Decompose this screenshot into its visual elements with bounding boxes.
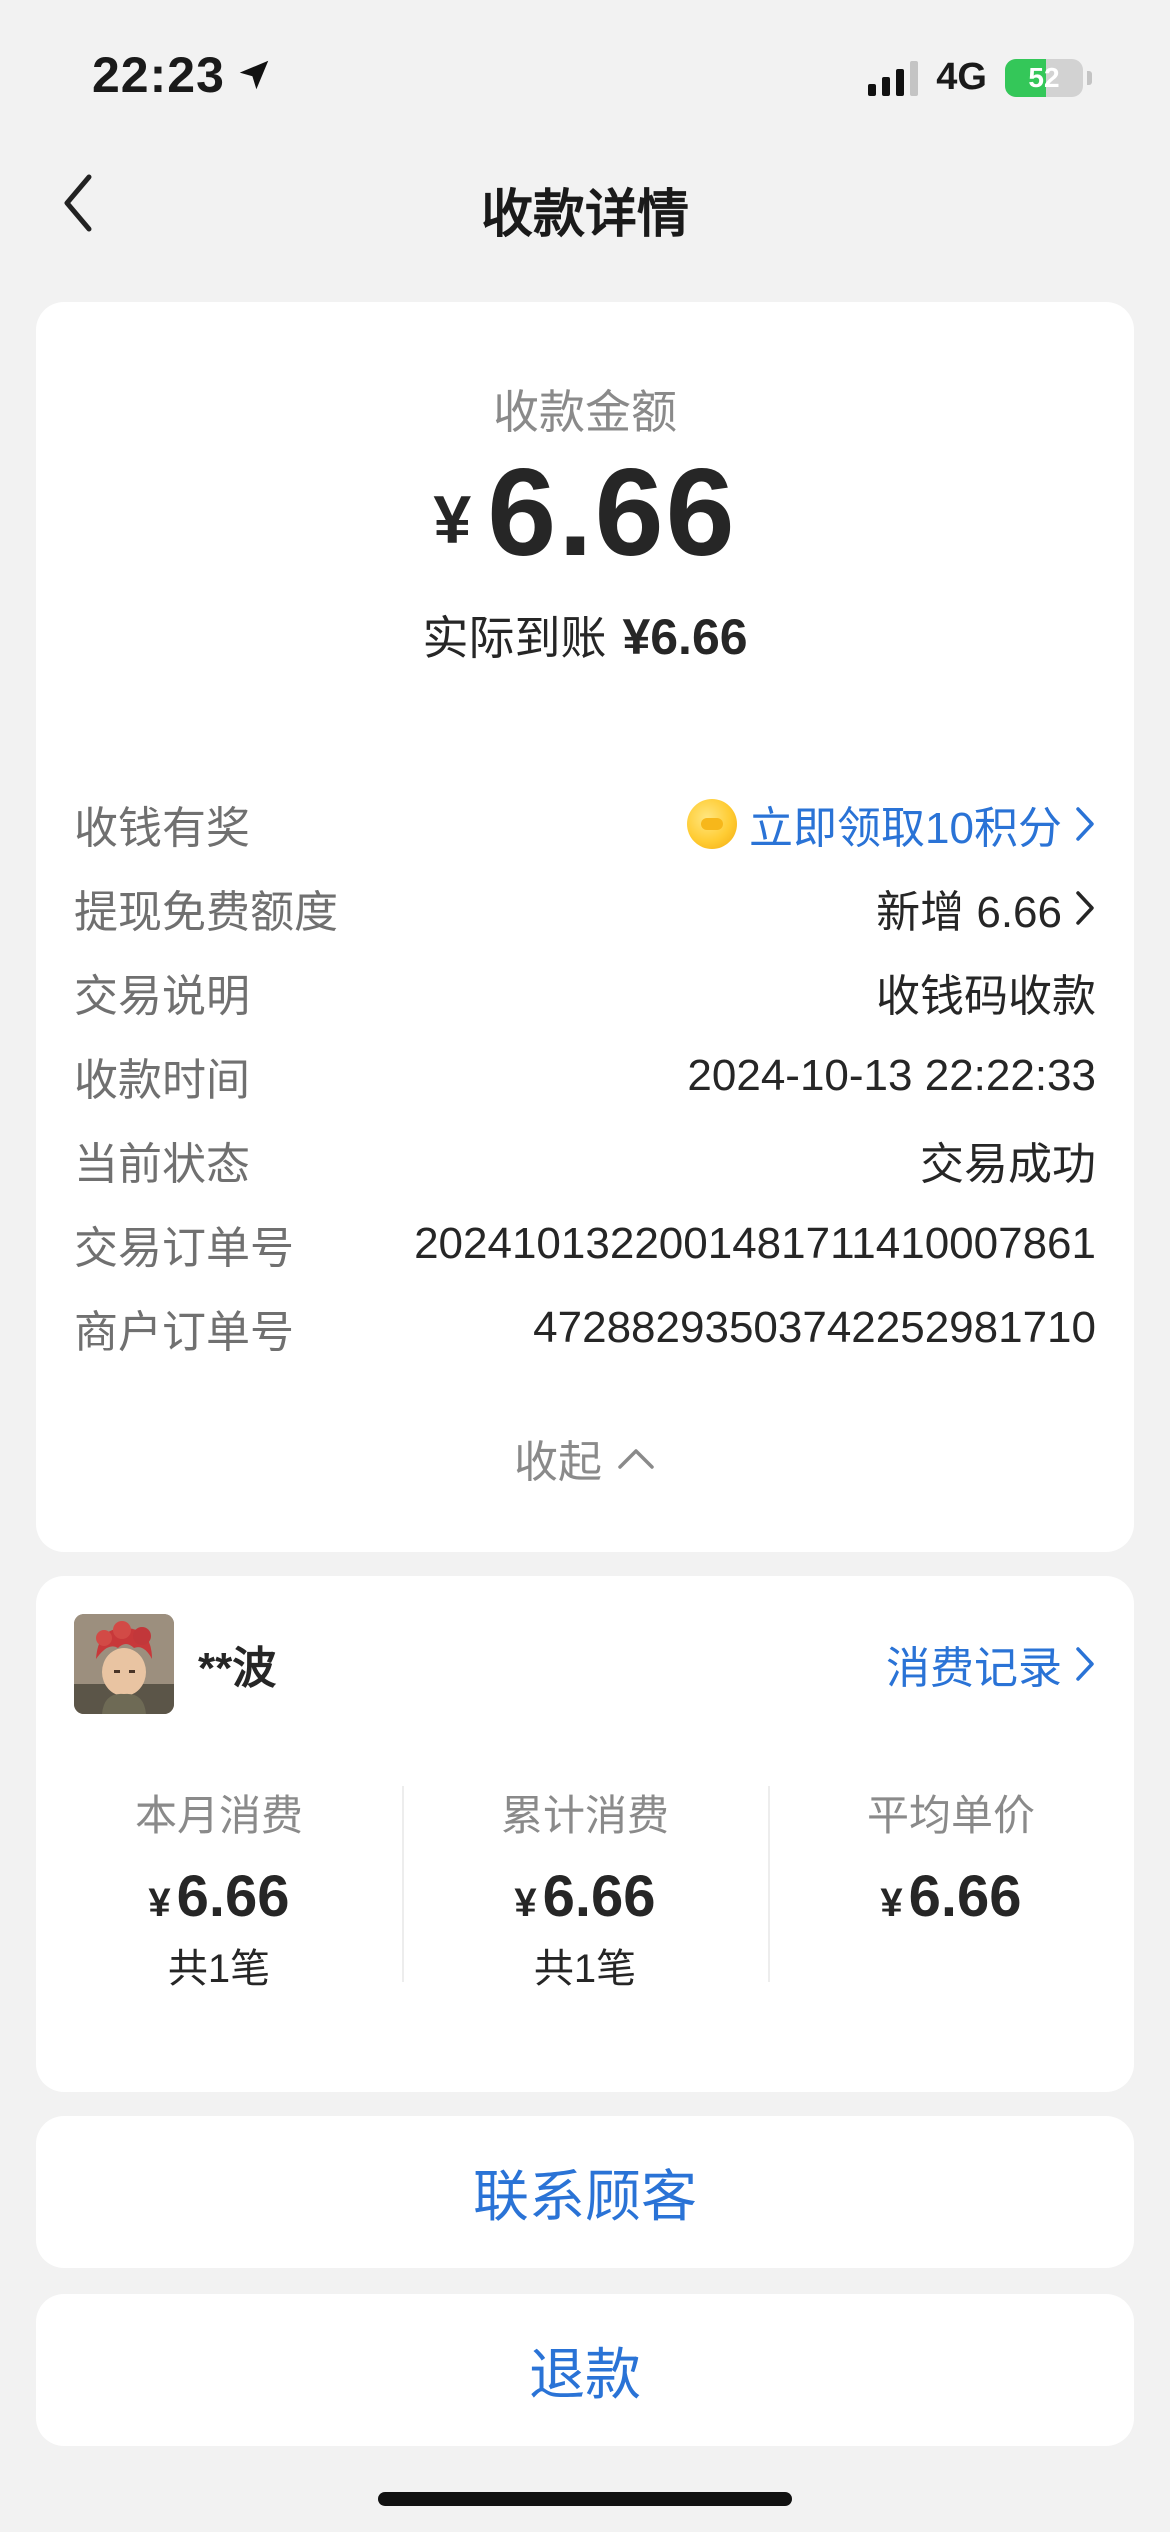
settled-amount: 实际到账 ¥6.66 bbox=[36, 602, 1134, 668]
stat-label: 本月消费 bbox=[134, 1792, 303, 1839]
free-quota-text: 新增 6.66 bbox=[876, 888, 1062, 937]
collapse-button[interactable]: 收起 bbox=[36, 1426, 1134, 1490]
stat-label: 累计消费 bbox=[500, 1792, 669, 1839]
detail-row-merchant-order-no: 商户订单号 472882935037422529817​10 bbox=[74, 1286, 1096, 1370]
collapse-label: 收起 bbox=[514, 1438, 602, 1487]
customer-name: **波 bbox=[198, 1644, 277, 1693]
battery-level: 52 bbox=[1028, 61, 1060, 93]
detail-value: 472882935037422529817​10 bbox=[533, 1303, 1096, 1352]
chevron-up-icon bbox=[618, 1449, 654, 1469]
currency-symbol: ¥ bbox=[433, 482, 474, 558]
detail-label: 当前状态 bbox=[74, 1140, 250, 1189]
settled-label: 实际到账 bbox=[422, 612, 607, 664]
consumption-stats: 本月消费 ¥6.66 共1笔 累计消费 ¥6.66 共1笔 平均单价 ¥6.66 bbox=[36, 1786, 1134, 1994]
detail-list: 收钱有奖 立即领取10积分 提现免费额度 新增 6.66 交易说明 收钱码收款 bbox=[74, 782, 1096, 1370]
detail-row-description: 交易说明 收钱码收款 bbox=[74, 950, 1096, 1034]
status-time: 22:23 bbox=[92, 46, 273, 104]
detail-row-time: 收款时间 2024-10-13 22:22:33 bbox=[74, 1034, 1096, 1118]
location-arrow-icon bbox=[239, 60, 269, 90]
stat-number: 6.66 bbox=[908, 1864, 1022, 1929]
stat-average: 平均单价 ¥6.66 bbox=[768, 1786, 1134, 1994]
detail-label: 收钱有奖 bbox=[74, 804, 250, 853]
signal-icon bbox=[868, 60, 919, 96]
time-text: 22:23 bbox=[92, 47, 225, 103]
stat-monthly: 本月消费 ¥6.66 共1笔 bbox=[36, 1786, 402, 1994]
stat-label: 平均单价 bbox=[866, 1792, 1035, 1839]
stat-value: ¥6.66 bbox=[402, 1864, 768, 1930]
network-type: 4G bbox=[936, 56, 987, 98]
stat-count: 共1笔 bbox=[167, 1947, 271, 1991]
detail-label: 收款时间 bbox=[74, 1056, 250, 1105]
record-label: 消费记录 bbox=[886, 1644, 1062, 1693]
refund-button[interactable]: 退款 bbox=[36, 2294, 1134, 2446]
currency-symbol: ¥ bbox=[148, 1881, 171, 1925]
stat-number: 6.66 bbox=[542, 1864, 656, 1929]
currency-symbol: ¥ bbox=[514, 1881, 537, 1925]
stat-value: ¥6.66 bbox=[768, 1864, 1134, 1930]
settled-value: ¥6.66 bbox=[622, 609, 748, 665]
coin-icon bbox=[687, 799, 738, 849]
amount-label: 收款金额 bbox=[493, 386, 677, 438]
detail-label: 提现免费额度 bbox=[74, 888, 338, 937]
detail-value: 2024-10-13 22:22:33 bbox=[687, 1051, 1096, 1100]
chevron-right-icon bbox=[1076, 1647, 1094, 1681]
chevron-right-icon bbox=[1076, 891, 1094, 925]
customer-card: **波 消费记录 本月消费 ¥6.66 共1笔 累计消费 ¥6.66 共1笔 平… bbox=[36, 1576, 1134, 2092]
detail-label: 交易订单号 bbox=[74, 1224, 294, 1273]
stat-value: ¥6.66 bbox=[36, 1864, 402, 1930]
status-bar: 22:23 4G 52 bbox=[0, 0, 1170, 150]
detail-value: 交易成功 bbox=[920, 1140, 1096, 1189]
stat-number: 6.66 bbox=[176, 1864, 290, 1929]
contact-customer-button[interactable]: 联系顾客 bbox=[36, 2116, 1134, 2268]
nav-bar: 收款详情 bbox=[0, 150, 1170, 260]
stat-count: 共1笔 bbox=[533, 1947, 637, 1991]
detail-value: 20241013220014817114100078​61 bbox=[414, 1219, 1096, 1268]
avatar-image bbox=[74, 1614, 174, 1714]
home-indicator[interactable] bbox=[378, 2492, 792, 2506]
stat-count bbox=[768, 1944, 1134, 1994]
detail-row-free-quota[interactable]: 提现免费额度 新增 6.66 bbox=[74, 866, 1096, 950]
currency-symbol: ¥ bbox=[880, 1881, 903, 1925]
detail-row-order-no: 交易订单号 20241013220014817114100078​61 bbox=[74, 1202, 1096, 1286]
avatar[interactable] bbox=[74, 1614, 174, 1714]
detail-row-status: 当前状态 交易成功 bbox=[74, 1118, 1096, 1202]
stat-total: 累计消费 ¥6.66 共1笔 bbox=[402, 1786, 768, 1994]
consumption-record-link[interactable]: 消费记录 bbox=[886, 1632, 1096, 1696]
detail-row-reward[interactable]: 收钱有奖 立即领取10积分 bbox=[74, 782, 1096, 866]
status-indicators: 4G 52 bbox=[868, 56, 1092, 99]
detail-label: 交易说明 bbox=[74, 972, 250, 1021]
amount-number: 6.66 bbox=[487, 444, 737, 582]
amount-value: ¥6.66 bbox=[36, 442, 1134, 584]
reward-link-text: 立即领取10积分 bbox=[749, 804, 1062, 853]
detail-value[interactable]: 立即领取10积分 bbox=[687, 792, 1096, 856]
battery-tip bbox=[1087, 70, 1092, 85]
detail-value: 收钱码收款 bbox=[876, 972, 1096, 1021]
payment-detail-card: 收款金额 ¥6.66 实际到账 ¥6.66 收钱有奖 立即领取10积分 提现免费额… bbox=[36, 302, 1134, 1552]
battery-icon: 52 bbox=[1005, 58, 1083, 97]
page-title: 收款详情 bbox=[480, 186, 689, 244]
detail-label: 商户订单号 bbox=[74, 1308, 294, 1357]
detail-value[interactable]: 新增 6.66 bbox=[876, 876, 1096, 940]
customer-header: **波 消费记录 bbox=[74, 1614, 1096, 1714]
chevron-right-icon bbox=[1076, 807, 1094, 841]
